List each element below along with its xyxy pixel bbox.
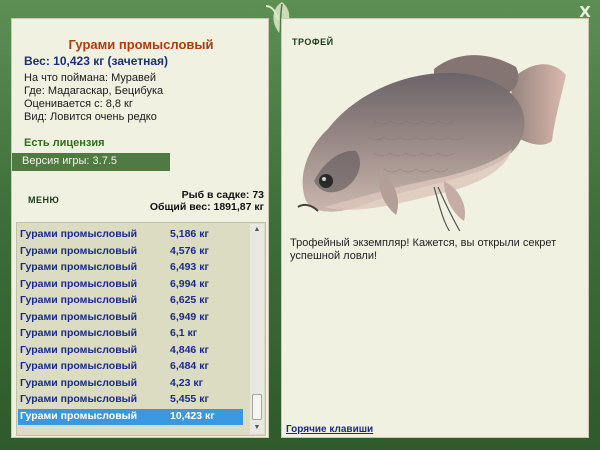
catch-fish-name: Гурами промысловый (20, 360, 138, 372)
hotkeys-link[interactable]: Горячие клавиши (286, 424, 373, 435)
catch-fish-weight: 4,576 кг (170, 244, 209, 257)
game-version-bar: Версия игры: 3.7.5 (12, 153, 170, 171)
catch-list-item[interactable]: Гурами промысловый 4,576 кг (18, 244, 243, 260)
catch-fish-weight: 6,493 кг (170, 261, 209, 273)
catch-fish-weight: 10,423 кг (170, 409, 215, 422)
scroll-down-icon[interactable]: ▼ (250, 422, 264, 434)
catch-fish-weight: 5,186 кг (170, 228, 209, 240)
catch-fish-weight: 6,994 кг (170, 277, 209, 290)
trophy-message: Трофейный экземпляр! Кажется, вы открыли… (290, 237, 557, 262)
catch-fish-name: Гурами промысловый (20, 228, 138, 240)
catch-fish-name: Гурами промысловый (20, 277, 138, 290)
catch-list-item[interactable]: Гурами промысловый 4,23 кг (18, 376, 243, 392)
catch-list-item[interactable]: Гурами промысловый 6,1 кг (18, 326, 243, 342)
trophy-panel: ТРОФЕЙ Трофейный экземпляр! Кажется, вы … (281, 18, 589, 438)
fish-bait: На что поймана: Муравей (24, 72, 157, 84)
catch-fish-name: Гурами промысловый (20, 310, 138, 323)
trophy-title: ТРОФЕЙ (292, 37, 334, 47)
license-status: Есть лицензия (24, 137, 105, 149)
catch-fish-name: Гурами промысловый (20, 261, 138, 273)
catch-fish-name: Гурами промысловый (20, 376, 138, 389)
catch-list-item[interactable]: Гурами промысловый 6,493 кг (18, 260, 243, 276)
fish-value: Оценивается с: 8,8 кг (24, 98, 133, 110)
cage-total-weight: Общий вес: 1891,87 кг (149, 201, 264, 213)
catch-fish-weight: 6,949 кг (170, 310, 209, 323)
catch-list[interactable]: ▲ ▼ Гурами промысловый 5,186 кг Гурами про… (16, 222, 266, 436)
catch-list-item[interactable]: Гурами промысловый 5,186 кг (18, 227, 243, 243)
cage-fish-count: Рыб в садке: 73 (181, 189, 264, 201)
catch-list-item[interactable]: Гурами промысловый 6,625 кг (18, 293, 243, 309)
scroll-up-icon[interactable]: ▲ (250, 224, 264, 236)
fish-image (297, 55, 566, 231)
fish-info-panel: Гурами промысловый Вес: 10,423 кг (зачет… (11, 18, 269, 438)
list-scrollbar[interactable]: ▲ ▼ (250, 224, 264, 434)
catch-fish-name: Гурами промысловый (20, 244, 138, 257)
catch-fish-weight: 6,484 кг (170, 360, 209, 372)
catch-list-item[interactable]: Гурами промысловый 10,423 кг (18, 408, 243, 425)
scroll-thumb[interactable] (252, 394, 262, 420)
fish-name-title: Гурами промысловый (68, 37, 214, 52)
catch-fish-name: Гурами промысловый (20, 327, 138, 339)
catch-fish-name: Гурами промысловый (20, 294, 138, 306)
fish-location: Где: Мадагаскар, Бецибука (24, 85, 164, 97)
catch-list-item[interactable]: Гурами промысловый 6,949 кг (18, 310, 243, 326)
catch-fish-name: Гурами промысловый (20, 393, 138, 405)
menu-button[interactable]: МЕНЮ (28, 195, 59, 205)
catch-list-item[interactable]: Гурами промысловый 6,484 кг (18, 359, 243, 375)
catch-list-item[interactable]: Гурами промысловый 5,455 кг (18, 392, 243, 408)
fish-weight: Вес: 10,423 кг (зачетная) (24, 54, 169, 68)
catch-fish-weight: 4,846 кг (170, 343, 209, 356)
fish-kind: Вид: Ловится очень редко (24, 111, 157, 123)
catch-fish-weight: 5,455 кг (170, 393, 209, 405)
catch-fish-weight: 6,625 кг (170, 294, 209, 306)
catch-list-item[interactable]: Гурами промысловый 4,846 кг (18, 343, 243, 359)
catch-fish-weight: 4,23 кг (170, 376, 203, 389)
catch-fish-name: Гурами промысловый (20, 409, 138, 422)
catch-fish-weight: 6,1 кг (170, 327, 198, 339)
cage-stats: Рыб в садке: 73 Общий вес: 1891,87 кг (150, 189, 264, 213)
catch-list-item[interactable]: Гурами промысловый 6,994 кг (18, 277, 243, 293)
catch-fish-name: Гурами промысловый (20, 343, 138, 356)
